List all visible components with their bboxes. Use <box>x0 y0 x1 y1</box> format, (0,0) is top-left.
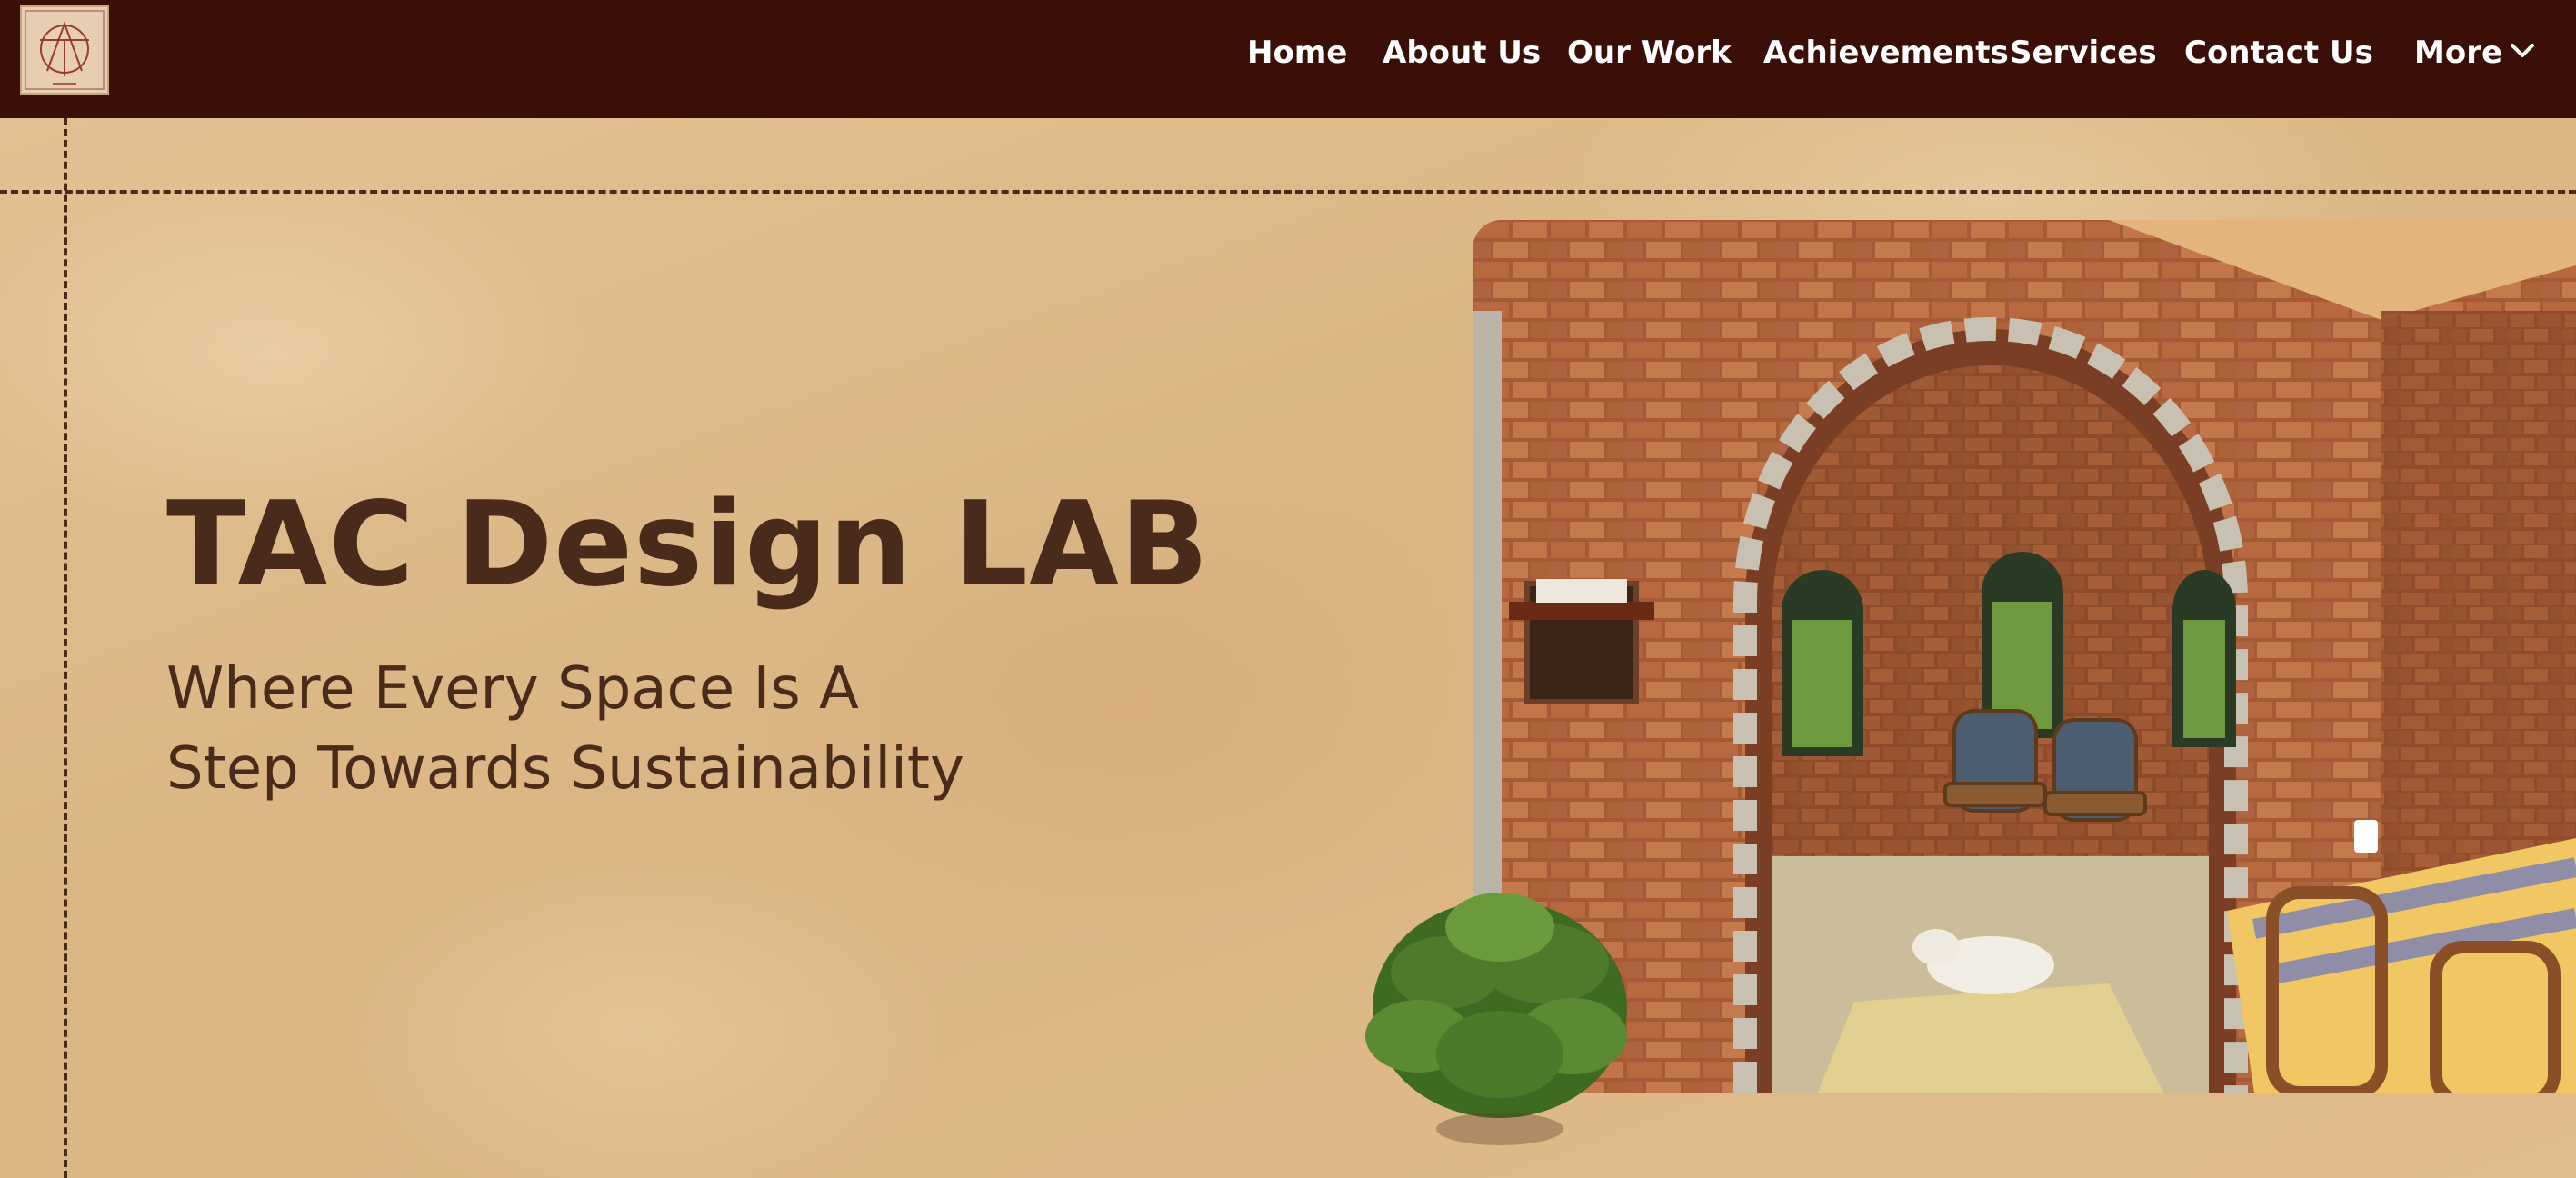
nav-more[interactable]: More <box>2414 31 2502 75</box>
dashed-guide-vertical <box>64 118 67 1178</box>
nav-achievements[interactable]: Achievements <box>1763 31 2009 75</box>
nav-about-us[interactable]: About Us <box>1383 31 1541 75</box>
hero-subtitle-line-2: Step Towards Sustainability <box>166 735 964 803</box>
nav-contact-us[interactable]: Contact Us <box>2184 31 2373 75</box>
main-nav: Home About Us Our Work Achievements Serv… <box>0 0 2576 105</box>
nav-our-work[interactable]: Our Work <box>1567 31 1732 75</box>
chevron-down-icon[interactable] <box>2507 35 2538 65</box>
potted-plant-image <box>1365 893 1627 1145</box>
top-navbar: Home About Us Our Work Achievements Serv… <box>0 0 2576 118</box>
nav-home[interactable]: Home <box>1247 31 1347 75</box>
nav-services[interactable]: Services <box>2010 31 2157 75</box>
hero-subtitle-line-1: Where Every Space Is A <box>166 655 859 723</box>
hero-title: TAC Design LAB <box>166 477 1210 613</box>
dashed-guide-horizontal <box>0 190 2576 194</box>
hero-subtitle: Where Every Space Is A Step Towards Sust… <box>166 649 964 809</box>
